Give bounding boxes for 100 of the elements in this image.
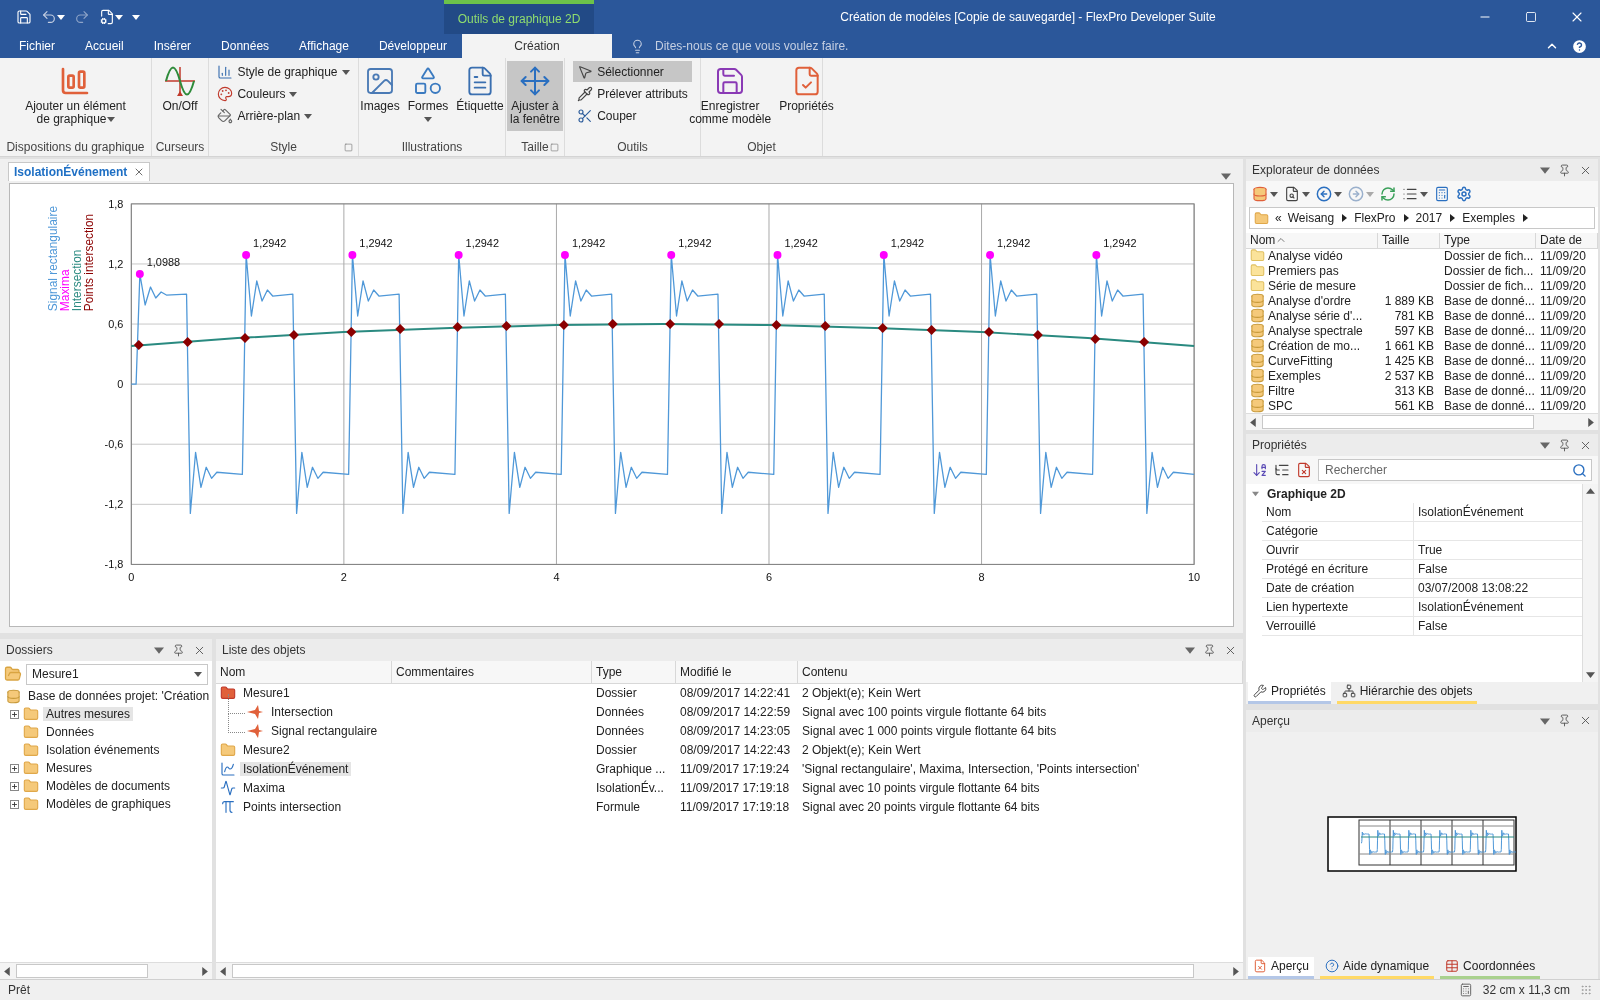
ribbon-tab[interactable]: Insérer [138, 34, 207, 58]
file-name[interactable]: Premiers pas [1268, 263, 1339, 278]
file-name[interactable]: Création de mo... [1268, 338, 1361, 353]
table-cell-text: Graphique ... [595, 761, 667, 776]
ribbon-button[interactable]: Style de graphique [213, 61, 354, 82]
panel-title: Propriétés [1252, 438, 1307, 453]
tick-label: 8 [978, 571, 985, 584]
ribbon-tab[interactable]: Fichier [4, 34, 70, 58]
ribbon-button[interactable]: On/Off [159, 61, 201, 131]
object-name[interactable]: Signal rectangulaire [268, 723, 381, 738]
column-header[interactable]: Taille [1378, 232, 1440, 249]
property-value[interactable]: IsolationÉvénement [1414, 503, 1582, 522]
table-cell-text: Signal avec 100 points virgule flottante 64 bits [801, 704, 1048, 719]
document-tab[interactable]: IsolationÉvénement [8, 162, 151, 181]
breadcrumb-item[interactable]: Exemples [1462, 211, 1515, 225]
search-box[interactable]: Rechercher [1318, 459, 1592, 482]
file-name[interactable]: Série de mesure [1268, 278, 1357, 293]
tick-label: 0 [117, 378, 124, 391]
ribbon-button[interactable]: Ajouter un élément de graphique [22, 61, 129, 131]
ribbon-tab[interactable]: Données [206, 34, 285, 58]
ribbon-button[interactable]: Prélever attributs [573, 83, 692, 104]
ribbon-button[interactable]: Ajuster à la fenêtre [507, 61, 564, 131]
group-label: Taille [521, 140, 549, 154]
object-name[interactable]: IsolationÉvénement [240, 761, 352, 776]
column-header[interactable]: Type [592, 660, 676, 684]
value-label: 1,2942 [253, 237, 287, 249]
panel-tab[interactable]: Propriétés [1248, 681, 1331, 704]
table-cell-text: 11/09/20 [1539, 293, 1587, 308]
table-cell-text: 08/09/2017 14:22:41 [679, 685, 792, 700]
breadcrumb-item[interactable]: FlexPro [1354, 211, 1396, 225]
table-cell-text: 08/09/2017 14:22:59 [679, 704, 792, 719]
group-label: Outils [617, 140, 648, 154]
panel-tab[interactable]: Aperçu [1248, 957, 1315, 979]
tell-me-field[interactable]: Dites-nous ce que vous voulez faire. [653, 38, 917, 54]
file-name[interactable]: Filtre [1268, 383, 1295, 398]
panel-title: Aperçu [1252, 713, 1291, 728]
column-header[interactable]: Modifié le [676, 660, 798, 684]
column-header[interactable]: Nom [1246, 232, 1378, 249]
panel-title: Dossiers [6, 643, 53, 657]
column-header[interactable]: Nom [216, 660, 392, 684]
panel-tab[interactable]: Hiérarchie des objets [1336, 681, 1478, 704]
tick-label: 10 [1188, 571, 1201, 584]
ribbon-button[interactable]: Propriétés [776, 61, 837, 131]
object-name[interactable]: Intersection [268, 704, 337, 719]
file-name[interactable]: CurveFitting [1268, 353, 1333, 368]
property-value[interactable]: True [1414, 541, 1582, 560]
ribbon-button[interactable]: Arrière-plan [213, 105, 354, 126]
ribbon-button[interactable]: Couleurs [213, 83, 354, 104]
property-value[interactable]: False [1414, 560, 1582, 579]
property-name: Date de création [1262, 579, 1414, 598]
column-header[interactable]: Type [1440, 232, 1536, 249]
tree-item[interactable]: Autres mesures [43, 707, 134, 721]
group-label: Illustrations [401, 140, 463, 154]
property-value[interactable]: 03/07/2008 13:08:22 [1414, 579, 1582, 598]
folder-combo[interactable]: Mesure1 [26, 663, 208, 685]
file-name[interactable]: Analyse vidéo [1268, 248, 1343, 263]
ribbon-tab[interactable]: Création [462, 34, 612, 58]
column-header[interactable]: Date de [1536, 232, 1598, 249]
table-cell-text: Données [595, 704, 646, 719]
ribbon-tab[interactable]: Développeur [363, 34, 462, 58]
object-name[interactable]: Mesure1 [240, 685, 293, 700]
object-name[interactable]: Maxima [240, 780, 288, 795]
table-cell-text: 11/09/20 [1539, 383, 1587, 398]
tree-item[interactable]: Base de données projet: 'Création [25, 689, 213, 703]
tick-label: 0,6 [108, 318, 124, 330]
file-name[interactable]: Analyse d'ordre [1268, 293, 1351, 308]
breadcrumb-item[interactable]: Weisang [1287, 211, 1335, 225]
ribbon-button[interactable]: Sélectionner [573, 61, 692, 82]
tree-item[interactable]: Données [43, 725, 98, 739]
property-value[interactable]: IsolationÉvénement [1414, 598, 1582, 617]
breadcrumb-item[interactable]: 2017 [1415, 211, 1443, 225]
file-name[interactable]: SPC [1268, 398, 1293, 413]
table-cell-text: Dossier [595, 742, 638, 757]
window-title: Création de modèles [Copie de sauvegarde] - FlexPro Developer Suite [839, 9, 1217, 26]
breadcrumb-overflow[interactable]: « [1275, 211, 1282, 225]
object-name[interactable]: Points intersection [240, 799, 345, 814]
panel-title: Explorateur de données [1252, 163, 1380, 177]
table-cell-text: Dossier [595, 685, 638, 700]
table-cell-text: Base de donné... [1443, 308, 1536, 323]
file-name[interactable]: Analyse spectrale [1268, 323, 1363, 338]
ribbon-button[interactable]: Étiquette [453, 61, 507, 131]
file-name[interactable]: Exemples [1268, 368, 1321, 383]
property-value[interactable]: False [1414, 617, 1582, 636]
tree-item[interactable]: Modèles de graphiques [43, 797, 174, 811]
tree-item[interactable]: Isolation événements [43, 743, 163, 757]
column-header[interactable]: Contenu [798, 660, 1243, 684]
tree-item[interactable]: Modèles de documents [43, 779, 174, 793]
file-name[interactable]: Analyse série d'... [1268, 308, 1363, 323]
column-header[interactable]: Commentaires [392, 660, 592, 684]
table-cell-text: 1 889 KB [1383, 293, 1435, 308]
property-name: Protégé en écriture [1262, 560, 1414, 579]
ribbon-button[interactable]: Formes [404, 61, 452, 131]
tree-item[interactable]: Mesures [43, 761, 95, 775]
ribbon-tab[interactable]: Accueil [70, 34, 139, 58]
tick-label: 4 [553, 571, 560, 584]
table-cell-text: Base de donné... [1443, 323, 1536, 338]
table-cell-text: Base de donné... [1443, 293, 1536, 308]
object-name[interactable]: Mesure2 [240, 742, 293, 757]
ribbon-tab[interactable]: Affichage [284, 34, 364, 58]
ribbon-button[interactable]: Images [357, 61, 403, 131]
